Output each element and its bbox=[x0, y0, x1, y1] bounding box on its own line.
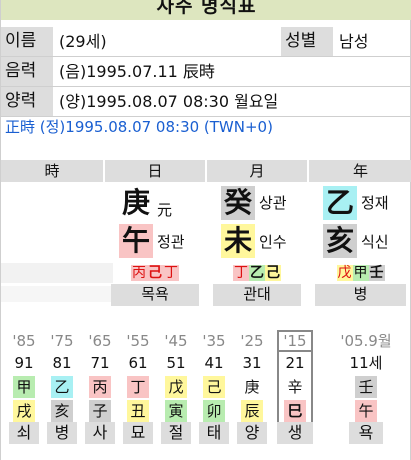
heavenly-stem: 乙 bbox=[323, 186, 357, 220]
daewoon-stage: 쇠 bbox=[9, 422, 39, 444]
daewoon-stem: 丁 bbox=[127, 376, 149, 398]
lunar-value: (음)1995.07.11 辰時 bbox=[59, 62, 215, 81]
daewoon-stage: 병 bbox=[47, 422, 77, 444]
gender-value: 남성 bbox=[339, 32, 369, 51]
daewoon-age: 41 bbox=[204, 354, 224, 372]
twelve-stage: 목욕 bbox=[111, 284, 199, 306]
daewoon-stem: 丙 bbox=[89, 376, 111, 398]
hidden-stem: 丁 bbox=[233, 265, 249, 281]
hidden-stem: 壬 bbox=[368, 265, 385, 281]
daewoon-age: 61 bbox=[128, 354, 148, 372]
pillar-header: 日 bbox=[105, 160, 205, 182]
name-row: 이름 (29세) 성별 남성 bbox=[1, 27, 411, 57]
solar-value: (양)1995.08.07 08:30 월요일 bbox=[59, 92, 279, 111]
twelve-stage: 관대 bbox=[213, 284, 301, 306]
daewoon-stage: 절 bbox=[161, 422, 191, 444]
daewoon-branch: 丑 bbox=[127, 400, 149, 422]
earthly-branch: 亥 bbox=[323, 224, 357, 258]
twelve-stage: 병 bbox=[315, 284, 406, 306]
corrected-time: 正時 (정)1995.08.07 08:30 (TWN+0) bbox=[5, 118, 273, 136]
daewoon-branch: 戌 bbox=[13, 400, 35, 422]
hidden-stem: 丙 bbox=[131, 265, 147, 281]
daewoon-branch: 寅 bbox=[165, 400, 187, 422]
heavenly-stem: 庚 bbox=[121, 186, 150, 219]
daewoon-year: '15 bbox=[277, 330, 313, 352]
daewoon-age: 31 bbox=[242, 354, 262, 372]
hidden-stem: 戊 bbox=[336, 265, 353, 281]
page-title: 사주 명식표 bbox=[156, 0, 257, 17]
daewoon-year: '65 bbox=[88, 332, 112, 350]
daewoon-stage: 태 bbox=[199, 422, 229, 444]
ten-god-label: 식신 bbox=[361, 233, 389, 251]
hidden-stems: 丁乙己 bbox=[225, 262, 289, 284]
solar-label: 양력 bbox=[1, 87, 53, 116]
daewoon-branch: 卯 bbox=[203, 400, 225, 422]
daewoon-stage: 묘 bbox=[123, 422, 153, 444]
daewoon-stem: 壬 bbox=[355, 376, 377, 398]
pillar-header: 時 bbox=[1, 160, 103, 182]
hidden-stems: 戊甲壬 bbox=[327, 262, 394, 284]
lunar-label: 음력 bbox=[1, 57, 53, 86]
solar-row: 양력 (양)1995.08.07 08:30 월요일 bbox=[1, 87, 411, 117]
hidden-stem: 己 bbox=[265, 265, 281, 281]
title-bar: 사주 명식표 bbox=[1, 0, 411, 20]
daewoon-year: '55 bbox=[126, 332, 150, 350]
daewoon-year: '35 bbox=[202, 332, 226, 350]
daewoon-stem: 戊 bbox=[165, 376, 187, 398]
daewoon-age: 11세 bbox=[349, 354, 383, 372]
daewoon-branch: 亥 bbox=[51, 400, 73, 422]
hidden-stem: 乙 bbox=[249, 265, 265, 281]
daewoon-year: '45 bbox=[164, 332, 188, 350]
daewoon-branch: 午 bbox=[355, 400, 377, 422]
twelve-stage bbox=[7, 284, 97, 306]
name-value: (29세) bbox=[59, 32, 107, 51]
earthly-branch: 未 bbox=[221, 224, 255, 258]
pillar-header: 月 bbox=[207, 160, 307, 182]
earthly-branch: 午 bbox=[119, 224, 153, 258]
gender-label: 성별 bbox=[281, 27, 333, 56]
daewoon-year: '25 bbox=[240, 332, 264, 350]
ten-god-label: 인수 bbox=[259, 233, 287, 251]
ten-god-label: 정재 bbox=[361, 194, 389, 212]
heavenly-stem: 癸 bbox=[221, 186, 255, 220]
daewoon-age: 71 bbox=[90, 354, 110, 372]
lunar-row: 음력 (음)1995.07.11 辰時 bbox=[1, 57, 411, 87]
hidden-stems: 丙己丁 bbox=[123, 262, 187, 284]
pillar-header: 年 bbox=[309, 160, 411, 182]
daewoon-stem: 甲 bbox=[13, 376, 35, 398]
daewoon-stage: 생 bbox=[277, 422, 313, 444]
daewoon-stage: 욕 bbox=[349, 422, 383, 444]
daewoon-stage: 사 bbox=[85, 422, 115, 444]
daewoon-stem: 己 bbox=[203, 376, 225, 398]
daewoon-year: '05.9월 bbox=[340, 332, 392, 350]
redacted-area bbox=[1, 263, 113, 283]
daewoon-branch: 辰 bbox=[241, 400, 263, 422]
ten-god-label: 정관 bbox=[157, 233, 185, 251]
daewoon-age: 81 bbox=[52, 354, 72, 372]
daewoon-age: 91 bbox=[14, 354, 34, 372]
daewoon-year: '85 bbox=[12, 332, 36, 350]
ten-god-label: 상관 bbox=[259, 194, 287, 212]
daewoon-branch: 子 bbox=[89, 400, 111, 422]
daewoon-stem: 乙 bbox=[51, 376, 73, 398]
daewoon-age: 51 bbox=[166, 354, 186, 372]
name-label: 이름 bbox=[1, 27, 53, 56]
ten-god-label: 元 bbox=[157, 201, 173, 219]
saju-chart: 사주 명식표 이름 (29세) 성별 남성 음력 (음)1995.07.11 辰… bbox=[0, 0, 411, 460]
daewoon-stage: 양 bbox=[237, 422, 267, 444]
daewoon-stem: 庚 bbox=[244, 378, 260, 396]
hidden-stem: 己 bbox=[147, 265, 163, 281]
daewoon-year: '75 bbox=[50, 332, 74, 350]
hidden-stem: 甲 bbox=[352, 265, 369, 281]
hidden-stem: 丁 bbox=[163, 265, 179, 281]
